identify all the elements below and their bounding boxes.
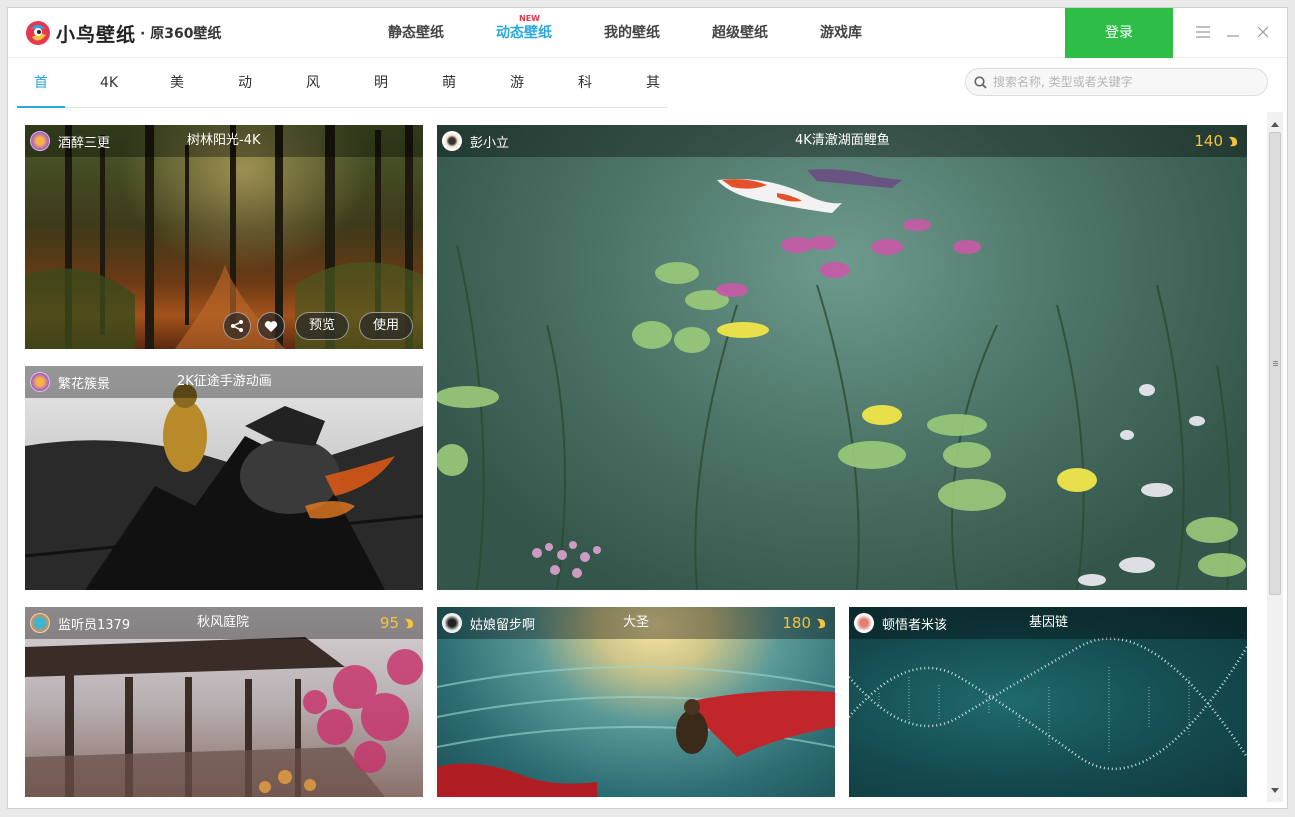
author-name[interactable]: 监听员1379 — [58, 614, 130, 633]
author-avatar[interactable] — [442, 131, 462, 151]
share-button[interactable] — [222, 312, 251, 340]
price-tag: 180 — [782, 607, 827, 639]
author-name[interactable]: 顿悟者米该 — [882, 614, 947, 633]
login-button[interactable]: 登录 — [1065, 8, 1173, 58]
scrollbar-thumb[interactable] — [1269, 132, 1281, 595]
topnav-dynamic-wallpaper[interactable]: NEW 动态壁纸 — [478, 8, 570, 58]
category-tab-4k[interactable]: 4K — [85, 58, 133, 107]
scroll-down-arrow-icon[interactable] — [1267, 782, 1283, 798]
category-tab-games[interactable]: 游戏 — [493, 58, 541, 141]
wallpaper-card[interactable]: 顿悟者米该 基因链 — [849, 607, 1247, 797]
wallpaper-title: 2K征途手游动画 — [177, 374, 272, 389]
top-nav: 静态壁纸 NEW 动态壁纸 我的壁纸 超级壁纸 游戏库 — [370, 8, 896, 58]
wallpaper-card[interactable]: 监听员1379 秋风庭院 95 — [25, 607, 423, 797]
topnav-label: 静态壁纸 — [388, 25, 444, 41]
category-tab-pets[interactable]: 萌宠 — [425, 58, 473, 141]
coin-icon — [1229, 136, 1238, 146]
author-name[interactable]: 彭小立 — [470, 132, 509, 151]
category-tab-home[interactable]: 首页 — [17, 58, 65, 141]
coin-icon — [817, 618, 826, 628]
author-avatar[interactable] — [442, 613, 462, 633]
topnav-super-wallpaper[interactable]: 超级壁纸 — [694, 8, 786, 58]
wallpaper-title: 树林阳光-4K — [187, 133, 261, 148]
topnav-label: 游戏库 — [820, 25, 862, 41]
new-badge: NEW — [519, 14, 540, 23]
wallpaper-card[interactable]: 姑娘留步啊 大圣 180 — [437, 607, 835, 797]
author-avatar[interactable] — [854, 613, 874, 633]
preview-button[interactable]: 预览 — [294, 312, 349, 340]
use-button[interactable]: 使用 — [358, 312, 413, 340]
price-tag: 95 — [380, 607, 415, 639]
author-name[interactable]: 繁花簇景 — [58, 373, 110, 392]
bird-logo-icon — [26, 21, 50, 45]
wallpaper-grid: 酒醉三更 树林阳光-4K 预览 使用 繁花簇景 2K征途手游动画 彭小立 4K清… — [8, 108, 1287, 808]
wallpaper-title: 秋风庭院 — [197, 615, 250, 630]
logo-subtitle: · 原360壁纸 — [140, 26, 222, 42]
author-name[interactable]: 姑娘留步啊 — [470, 614, 535, 633]
wallpaper-card[interactable]: 酒醉三更 树林阳光-4K 预览 使用 — [25, 125, 423, 349]
search-box[interactable] — [965, 68, 1268, 96]
favorite-button[interactable] — [256, 312, 285, 340]
topnav-game-library[interactable]: 游戏库 — [802, 8, 880, 58]
coin-icon — [405, 618, 414, 628]
app-logo[interactable]: 小鸟壁纸 · 原360壁纸 — [24, 19, 221, 47]
wallpaper-title: 4K清澈湖面鲤鱼 — [795, 133, 890, 148]
scroll-up-arrow-icon[interactable] — [1267, 116, 1283, 132]
minimize-icon[interactable] — [1223, 22, 1243, 42]
card-actions: 预览 使用 — [217, 312, 413, 340]
heart-icon — [264, 320, 278, 332]
category-tab-other[interactable]: 其他 — [629, 58, 677, 141]
category-tab-celebrity[interactable]: 明星 — [357, 58, 405, 141]
category-tab-beauty[interactable]: 美女 — [153, 58, 201, 141]
category-tabs: 首页 4K 美女 动漫 风景 明星 萌宠 游戏 科技 其他 — [17, 58, 668, 141]
topnav-label: 动态壁纸 — [496, 25, 552, 41]
search-input[interactable] — [993, 75, 1253, 89]
close-icon[interactable] — [1253, 22, 1273, 42]
price-value: 180 — [782, 614, 811, 632]
search-icon — [974, 75, 987, 89]
topnav-label: 我的壁纸 — [604, 25, 660, 41]
author-avatar[interactable] — [30, 131, 50, 151]
topnav-label: 超级壁纸 — [712, 25, 768, 41]
price-value: 95 — [379, 614, 399, 632]
category-tab-tech[interactable]: 科技 — [561, 58, 609, 141]
wallpaper-thumbnail — [437, 125, 1247, 590]
top-bar: 小鸟壁纸 · 原360壁纸 静态壁纸 NEW 动态壁纸 我的壁纸 超级壁纸 游戏… — [8, 8, 1287, 58]
wallpaper-card[interactable]: 彭小立 4K清澈湖面鲤鱼 140 — [437, 125, 1247, 590]
category-bar: 首页 4K 美女 动漫 风景 明星 萌宠 游戏 科技 其他 — [8, 58, 1287, 141]
price-tag: 140 — [1194, 125, 1239, 157]
author-name[interactable]: 酒醉三更 — [58, 132, 110, 151]
author-avatar[interactable] — [30, 372, 50, 392]
category-tab-scenery[interactable]: 风景 — [289, 58, 337, 141]
menu-icon[interactable] — [1193, 22, 1213, 42]
category-tab-anime[interactable]: 动漫 — [221, 58, 269, 141]
author-avatar[interactable] — [30, 613, 50, 633]
wallpaper-thumbnail — [25, 366, 423, 590]
topnav-static-wallpaper[interactable]: 静态壁纸 — [370, 8, 462, 58]
wallpaper-title: 基因链 — [1029, 615, 1069, 630]
share-icon — [230, 320, 243, 332]
app-window: 小鸟壁纸 · 原360壁纸 静态壁纸 NEW 动态壁纸 我的壁纸 超级壁纸 游戏… — [7, 7, 1288, 809]
logo-text: 小鸟壁纸 — [56, 23, 137, 46]
wallpaper-title: 大圣 — [623, 615, 650, 630]
price-value: 140 — [1194, 132, 1223, 150]
vertical-scrollbar[interactable] — [1267, 112, 1283, 802]
topnav-my-wallpaper[interactable]: 我的壁纸 — [586, 8, 678, 58]
wallpaper-card[interactable]: 繁花簇景 2K征途手游动画 — [25, 366, 423, 590]
